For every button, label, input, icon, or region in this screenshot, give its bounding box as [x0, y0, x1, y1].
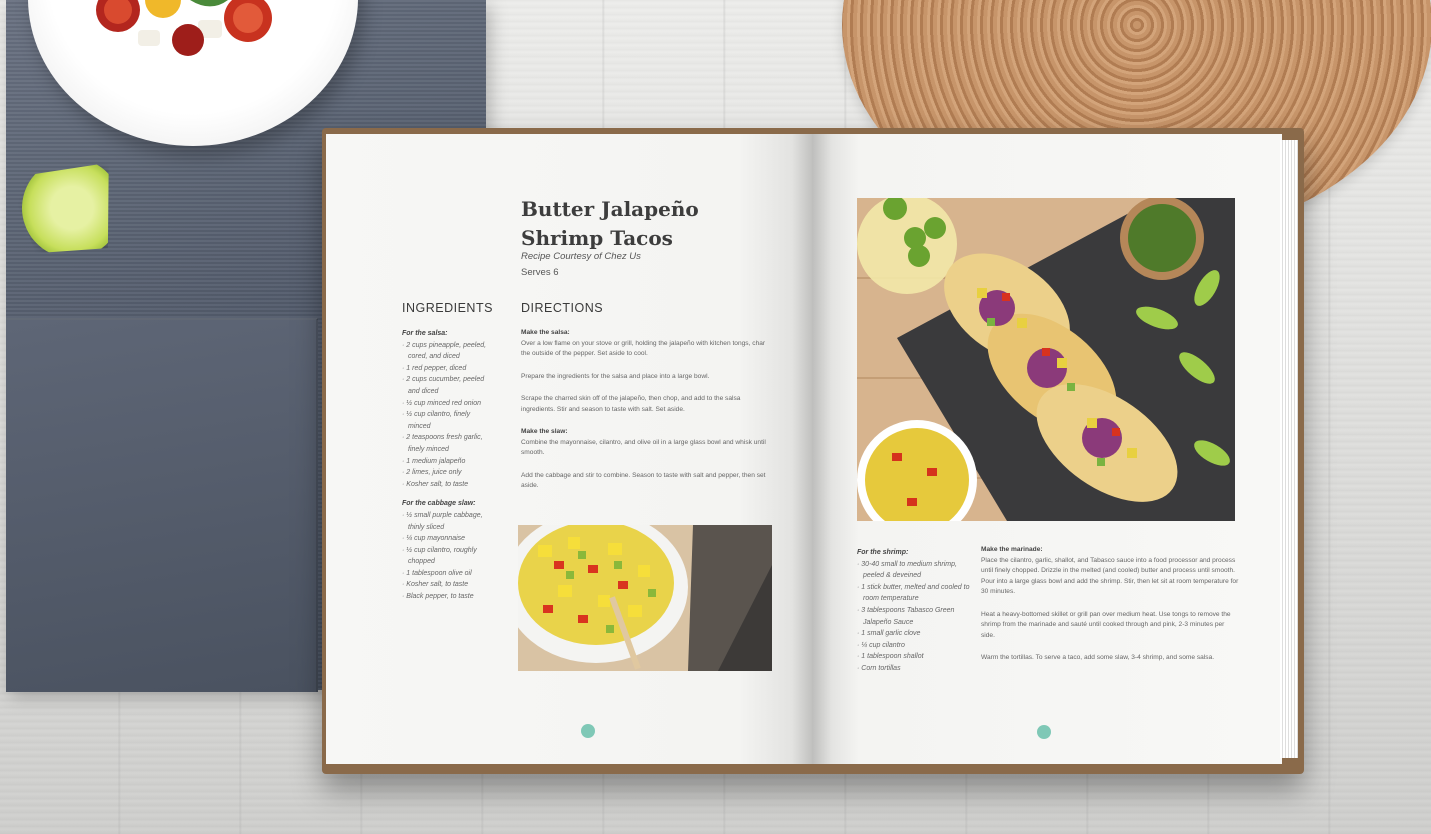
ingredient-item: · ½ cup cilantro, finely minced: [402, 411, 471, 430]
direction-step: Over a low flame on your stove or grill,…: [521, 339, 766, 358]
directions-left: Make the salsa: Over a low flame on your…: [521, 328, 773, 504]
recipe-serves: Serves 6: [521, 267, 559, 278]
ingredients-list-right: For the shrimp: · 30-40 small to medium …: [857, 547, 979, 675]
slaw-label: For the cabbage slaw:: [402, 500, 476, 508]
tacos-photo: [857, 198, 1235, 521]
direction-step: Warm the tortillas. To serve a taco, add…: [981, 654, 1215, 661]
direction-step: Add the cabbage and stir to combine. Sea…: [521, 471, 766, 490]
ingredient-item: · 1 red pepper, diced: [402, 364, 467, 372]
ingredients-heading: INGREDIENTS: [402, 301, 493, 315]
ingredient-item: · Kosher salt, to taste: [402, 581, 469, 589]
page-edges: [1280, 140, 1298, 758]
ingredient-item: · 1 small garlic clove: [857, 630, 921, 638]
ingredient-item: · 1 tablespoon shallot: [857, 653, 924, 661]
ingredient-item: · 1 stick butter, melted and cooled to r…: [857, 583, 970, 603]
ingredient-item: · ½ cup minced red onion: [402, 399, 481, 407]
directions-heading: DIRECTIONS: [521, 301, 604, 315]
direction-step: Heat a heavy-bottomed skillet or grill p…: [981, 610, 1231, 639]
page-number-marker-right: [1037, 725, 1051, 739]
ingredient-item: · ½ cup cilantro, roughly chopped: [402, 546, 477, 566]
ingredient-item: · 2 limes, juice only: [402, 469, 462, 477]
direction-step: Combine the mayonnaise, cilantro, and ol…: [521, 438, 766, 457]
shrimp-label: For the shrimp:: [857, 549, 909, 556]
ingredient-item: · 3 tablespoons Tabasco Green Jalapeño S…: [857, 606, 955, 626]
ingredient-item: · ¼ cup mayonnaise: [402, 535, 466, 543]
ingredient-item: · 2 cups cucumber, peeled and diced: [402, 376, 485, 395]
page-number-marker-left: [581, 724, 595, 738]
ingredient-item: · 1 tablespoon olive oil: [402, 569, 472, 577]
direction-step: Place the cilantro, garlic, shallot, and…: [981, 556, 1239, 596]
ingredient-item: · 1 medium jalapeño: [402, 457, 466, 465]
salsa-label: For the salsa:: [402, 330, 448, 337]
directions-right: Make the marinade: Place the cilantro, g…: [981, 545, 1239, 676]
ingredient-item: · 2 teaspoons fresh garlic, finely mince…: [402, 434, 483, 453]
recipe-credit: Recipe Courtesy of Chez Us: [521, 251, 641, 262]
ingredient-item: · 30-40 small to medium shrimp, peeled &…: [857, 560, 957, 580]
salsa-photo: [518, 525, 772, 671]
ingredient-item: · Black pepper, to taste: [402, 593, 474, 601]
ingredient-item: · ¼ cup cilantro: [857, 641, 905, 649]
ingredient-item: · Corn tortillas: [857, 664, 901, 672]
ingredients-list-left: For the salsa: · 2 cups pineapple, peele…: [402, 328, 494, 603]
make-marinade-label: Make the marinade:: [981, 546, 1043, 553]
ingredient-item: · 2 cups pineapple, peeled, cored, and d…: [402, 341, 487, 361]
make-salsa-label: Make the salsa:: [521, 329, 570, 336]
make-slaw-label: Make the slaw:: [521, 428, 568, 435]
book-spine: [792, 134, 832, 764]
salad-illustration: [96, 0, 272, 56]
recipe-title: Butter Jalapeño Shrimp Tacos: [521, 197, 699, 250]
ingredient-item: · Kosher salt, to taste: [402, 480, 469, 488]
napkin-fold: [6, 318, 318, 692]
direction-step: Prepare the ingredients for the salsa an…: [521, 372, 710, 380]
direction-step: Scrape the charred skin off of the jalap…: [521, 395, 741, 413]
ingredient-item: · ½ small purple cabbage, thinly sliced: [402, 511, 483, 531]
